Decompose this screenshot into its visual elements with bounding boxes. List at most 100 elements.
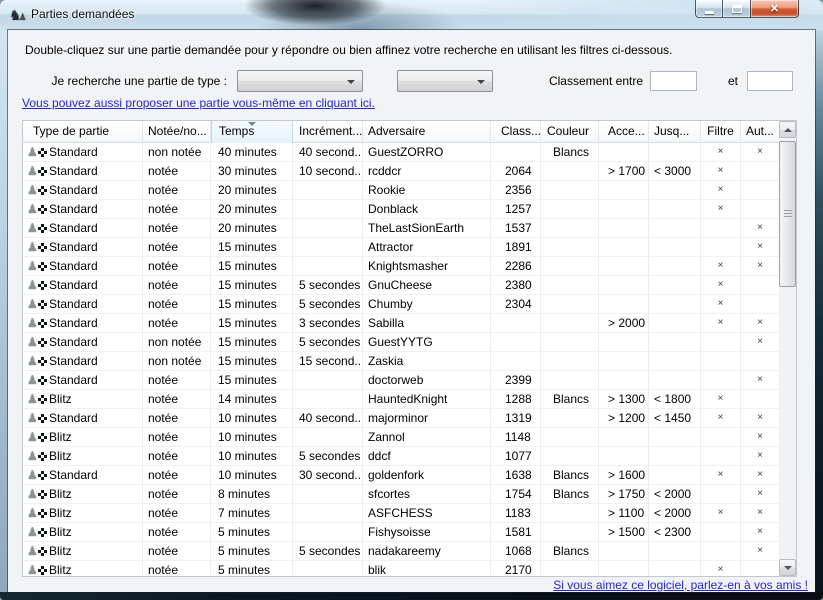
table-row[interactable]: ♟Blitz notée 5 minutes 5 secondes nadaka… [23,542,779,561]
vertical-scrollbar[interactable] [779,121,796,576]
table-row[interactable]: ♟Standard notée 20 minutes TheLastSionEa… [23,219,779,238]
cell-rated: notée [143,428,211,447]
scroll-thumb[interactable] [779,141,796,287]
cell-type: ♟Blitz [23,542,143,561]
cell-auto: × [741,428,779,447]
cell-auto: × [741,542,779,561]
column-header-filter[interactable]: Filtre [701,121,741,143]
cell-above: > 1300 [599,390,649,409]
cell-rated: notée [143,276,211,295]
propose-game-link[interactable]: Vous pouvez aussi proposer une partie vo… [22,96,375,110]
table-row[interactable]: ♟Standard notée 10 minutes 40 second... … [23,409,779,428]
chess-pawn-icon: ♟ [27,523,49,541]
table-row[interactable]: ♟Standard non notée 15 minutes 15 second… [23,352,779,371]
table-row[interactable]: ♟Standard notée 20 minutes Donblack 1257… [23,200,779,219]
cell-type: ♟Standard [23,219,143,238]
cell-type: ♟Standard [23,162,143,181]
cell-below: < 3000 [649,162,701,181]
column-header-type[interactable]: Type de partie [23,121,143,143]
cell-rating: 2304 [491,295,541,314]
table-row[interactable]: ♟Blitz notée 5 minutes Fishysoisse 1581 … [23,523,779,542]
table-row[interactable]: ♟Standard non notée 15 minutes 5 seconde… [23,333,779,352]
cell-increment: 5 secondes [293,276,363,295]
column-header-color[interactable]: Couleur [541,121,599,143]
cell-opponent: ASFCHESS [363,504,491,523]
cell-filter: × [701,276,741,295]
cell-auto [741,295,779,314]
column-header-auto[interactable]: Aut... [741,121,779,143]
cell-color [541,314,599,333]
scroll-up-button[interactable] [779,121,796,138]
cell-rating [491,143,541,162]
column-header-rating[interactable]: Class... [491,121,541,143]
cell-filter [701,352,741,371]
column-header-rated[interactable]: Notée/no... [143,121,211,143]
cell-opponent: Donblack [363,200,491,219]
cell-above [599,257,649,276]
cell-color [541,333,599,352]
cell-filter [701,238,741,257]
table-row[interactable]: ♟Standard notée 10 minutes 30 second... … [23,466,779,485]
table-row[interactable]: ♟Blitz notée 7 minutes ASFCHESS 1183 > 1… [23,504,779,523]
chess-pawn-icon: ♟ [27,276,49,294]
column-header-increment[interactable]: Incrément... [293,121,363,143]
rating-min-input[interactable] [650,71,697,91]
cell-color: Blancs [541,485,599,504]
cell-increment [293,428,363,447]
cell-time: 40 minutes [211,143,293,162]
table-row[interactable]: ♟Standard notée 20 minutes Rookie 2356 × [23,181,779,200]
table-row[interactable]: ♟Blitz notée 10 minutes Zannol 1148 × [23,428,779,447]
table-row[interactable]: ♟Blitz notée 5 minutes blik 2170 × [23,561,779,577]
column-header-above[interactable]: Acce... [599,121,649,143]
chess-pawn-icon: ♟ [27,542,49,560]
cell-auto: × [741,523,779,542]
minimize-button[interactable] [695,0,723,18]
cell-filter: × [701,143,741,162]
maximize-icon [732,5,742,13]
cell-above [599,542,649,561]
rating-max-input[interactable] [747,71,793,91]
cell-filter [701,447,741,466]
cell-rating: 1891 [491,238,541,257]
table-row[interactable]: ♟Standard notée 15 minutes 5 secondes Ch… [23,295,779,314]
game-type-select[interactable] [237,70,363,92]
column-header-time[interactable]: Temps [211,121,293,143]
table-row[interactable]: ♟Standard notée 15 minutes 5 secondes Gn… [23,276,779,295]
cell-below [649,219,701,238]
table-row[interactable]: ♟Standard non notée 40 minutes 40 second… [23,143,779,162]
cell-opponent: Sabilla [363,314,491,333]
cell-filter [701,333,741,352]
instructions-text: Double-cliquez sur une partie demandée p… [25,43,805,57]
cell-color: Blancs [541,542,599,561]
column-header-below[interactable]: Jusq... [649,121,701,143]
cell-time: 20 minutes [211,200,293,219]
table-row[interactable]: ♟Blitz notée 10 minutes 5 secondes ddcf … [23,447,779,466]
cell-rated: notée [143,447,211,466]
chevron-down-icon [347,80,355,84]
cell-type: ♟Standard [23,333,143,352]
cell-type: ♟Blitz [23,447,143,466]
chess-pawn-icon: ♟ [27,219,49,237]
share-link[interactable]: Si vous aimez ce logiciel, parlez-en à v… [553,578,808,592]
cell-below [649,295,701,314]
table-row[interactable]: ♟Standard notée 15 minutes Knightsmasher… [23,257,779,276]
table-row[interactable]: ♟Standard notée 30 minutes 10 second... … [23,162,779,181]
cell-auto [741,561,779,577]
close-button[interactable]: ✕ [750,0,799,18]
cell-above [599,181,649,200]
cell-rating: 1288 [491,390,541,409]
titlebar[interactable]: ♞♟ Parties demandées ✕ [0,0,823,30]
table-row[interactable]: ♟Blitz notée 14 minutes HauntedKnight 12… [23,390,779,409]
minimize-icon [705,11,714,14]
table-row[interactable]: ♟Standard notée 15 minutes doctorweb 239… [23,371,779,390]
cell-increment [293,485,363,504]
table-row[interactable]: ♟Standard notée 15 minutes 3 secondes Sa… [23,314,779,333]
maximize-button[interactable] [722,0,751,18]
table-row[interactable]: ♟Blitz notée 8 minutes sfcortes 1754 Bla… [23,485,779,504]
cell-color [541,276,599,295]
table-row[interactable]: ♟Standard notée 15 minutes Attractor 189… [23,238,779,257]
column-header-opponent[interactable]: Adversaire [363,121,491,143]
cell-increment: 40 second... [293,143,363,162]
cell-below [649,352,701,371]
scroll-down-button[interactable] [779,559,796,576]
